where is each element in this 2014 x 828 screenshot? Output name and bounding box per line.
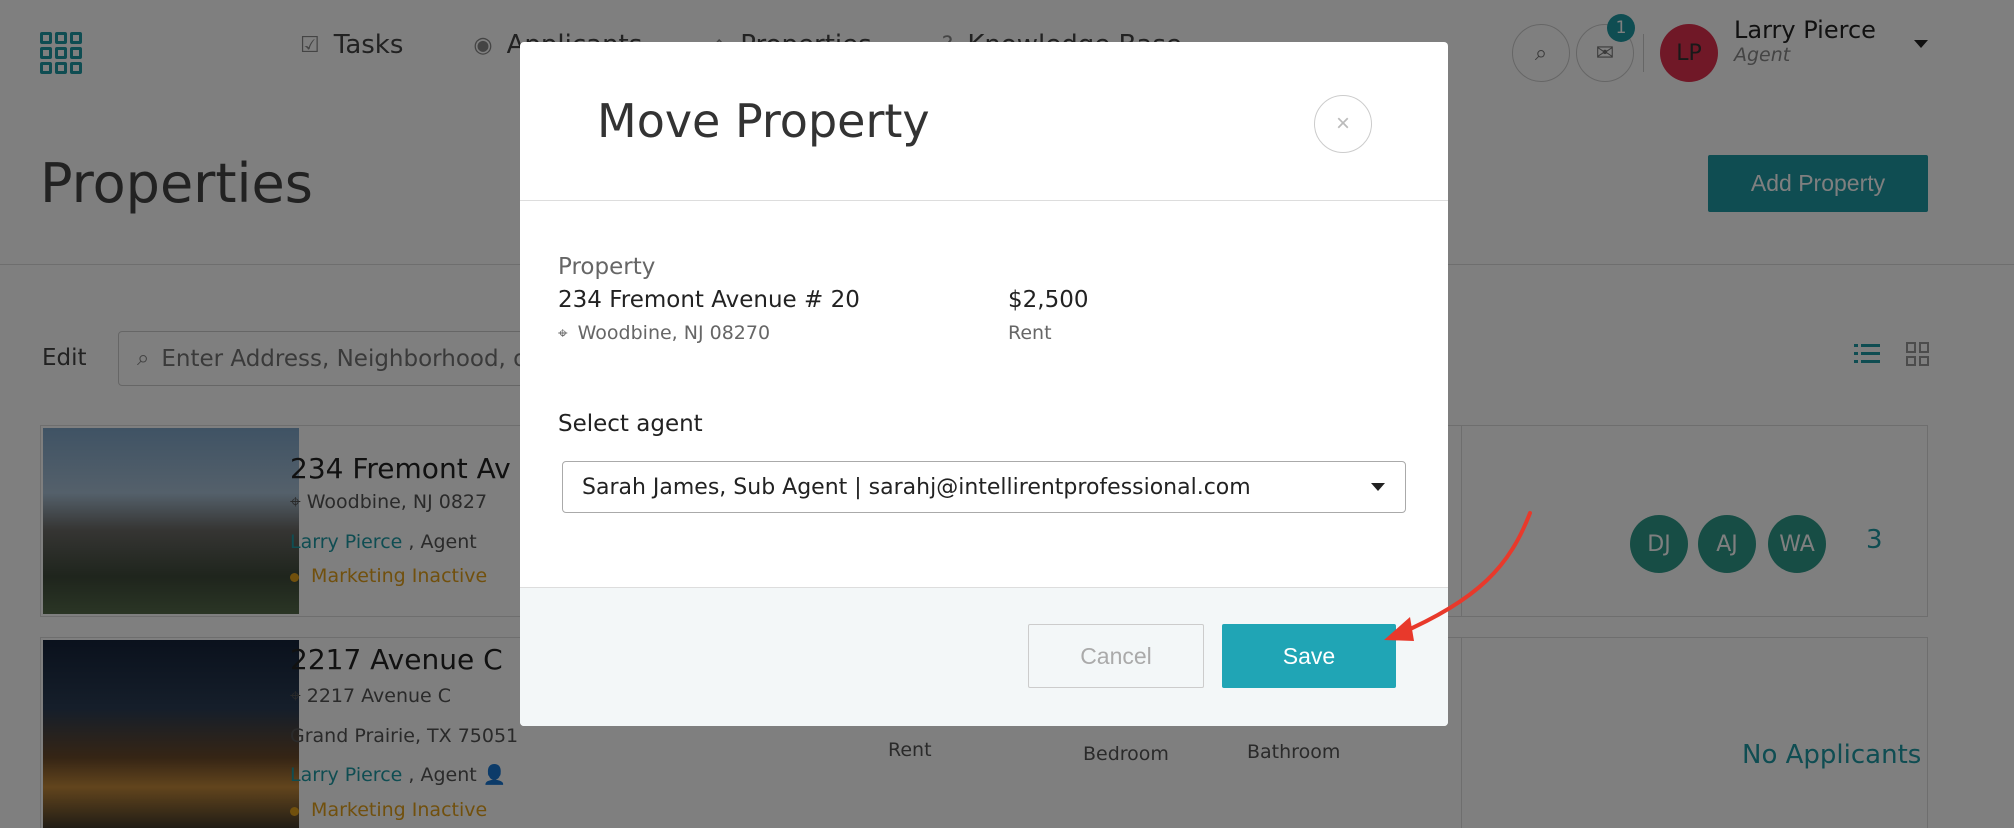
property-address: 234 Fremont Avenue # 20 — [558, 287, 860, 313]
annotation-arrow-icon — [1384, 511, 1532, 641]
close-icon: × — [1335, 110, 1350, 137]
property-price-label: Rent — [1008, 322, 1052, 344]
modal-title: Move Property — [597, 94, 930, 148]
agent-select[interactable]: Sarah James, Sub Agent | sarahj@intellir… — [562, 461, 1406, 513]
modal-header: Move Property × — [520, 42, 1448, 201]
property-location-text: Woodbine, NJ 08270 — [577, 322, 771, 344]
agent-select-value: Sarah James, Sub Agent | sarahj@intellir… — [582, 474, 1251, 500]
map-pin-icon: ⌖ — [558, 324, 568, 344]
property-location: ⌖ Woodbine, NJ 08270 — [558, 322, 770, 344]
property-label: Property — [558, 254, 656, 280]
chevron-down-icon — [1371, 483, 1385, 491]
select-agent-label: Select agent — [558, 411, 703, 437]
cancel-button[interactable]: Cancel — [1028, 624, 1204, 688]
property-price: $2,500 — [1008, 287, 1089, 313]
close-button[interactable]: × — [1314, 95, 1372, 153]
move-property-modal: Move Property × Property 234 Fremont Ave… — [520, 42, 1448, 726]
